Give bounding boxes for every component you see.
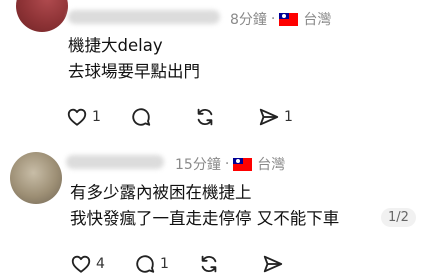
timestamp: 8分鐘 xyxy=(230,12,267,28)
comment-line: 去球場要早點出門 xyxy=(68,62,200,81)
repost-button[interactable] xyxy=(198,253,262,275)
comment-meta: 15分鐘 · 台灣 xyxy=(175,154,285,174)
share-count: 1 xyxy=(284,109,293,125)
reply-count: 1 xyxy=(160,256,169,272)
like-count: 4 xyxy=(96,256,105,272)
username-blurred[interactable] xyxy=(66,155,164,169)
timestamp: 15分鐘 xyxy=(175,157,221,173)
like-button[interactable]: 1 xyxy=(66,106,130,128)
share-button[interactable] xyxy=(262,253,326,275)
comment-2: 15分鐘 · 台灣 有多少露內被困在機捷上 我快發瘋了一直走走停停 又不能下車 … xyxy=(0,140,431,279)
like-button[interactable]: 4 xyxy=(70,253,134,275)
reply-button[interactable] xyxy=(130,106,194,128)
comment-line: 我快發瘋了一直走走停停 又不能下車 xyxy=(70,209,340,228)
separator: · xyxy=(270,11,276,27)
comment-line: 有多少露內被困在機捷上 xyxy=(70,183,252,202)
avatar[interactable] xyxy=(10,152,62,204)
repost-icon xyxy=(197,108,213,126)
like-count: 1 xyxy=(92,109,101,125)
heart-icon xyxy=(71,255,91,273)
share-button[interactable]: 1 xyxy=(258,106,322,128)
reply-button[interactable]: 1 xyxy=(134,253,198,275)
share-icon xyxy=(263,255,283,273)
action-bar: 1 1 xyxy=(66,106,322,128)
username-blurred[interactable] xyxy=(68,10,220,24)
comment-text: 有多少露內被困在機捷上 我快發瘋了一直走走停停 又不能下車 xyxy=(70,180,339,232)
heart-icon xyxy=(67,108,87,126)
comment-1: 8分鐘 · 台灣 機捷大delay 去球場要早點出門 1 1 xyxy=(0,0,431,140)
action-bar: 4 1 xyxy=(70,253,326,275)
comment-line: 機捷大delay xyxy=(68,36,163,55)
taiwan-flag-icon xyxy=(233,157,253,171)
repost-button[interactable] xyxy=(194,106,258,128)
taiwan-flag-icon xyxy=(279,12,299,26)
comment-icon xyxy=(136,255,155,273)
repost-icon xyxy=(201,255,217,273)
comment-text: 機捷大delay 去球場要早點出門 xyxy=(68,33,200,85)
location: 台灣 xyxy=(257,157,286,173)
location: 台灣 xyxy=(303,12,332,28)
share-icon xyxy=(259,108,279,126)
comment-meta: 8分鐘 · 台灣 xyxy=(230,9,331,29)
avatar[interactable] xyxy=(16,0,68,32)
comment-icon xyxy=(132,108,151,126)
page-indicator[interactable]: 1/2 xyxy=(381,208,416,227)
separator: · xyxy=(224,156,230,172)
